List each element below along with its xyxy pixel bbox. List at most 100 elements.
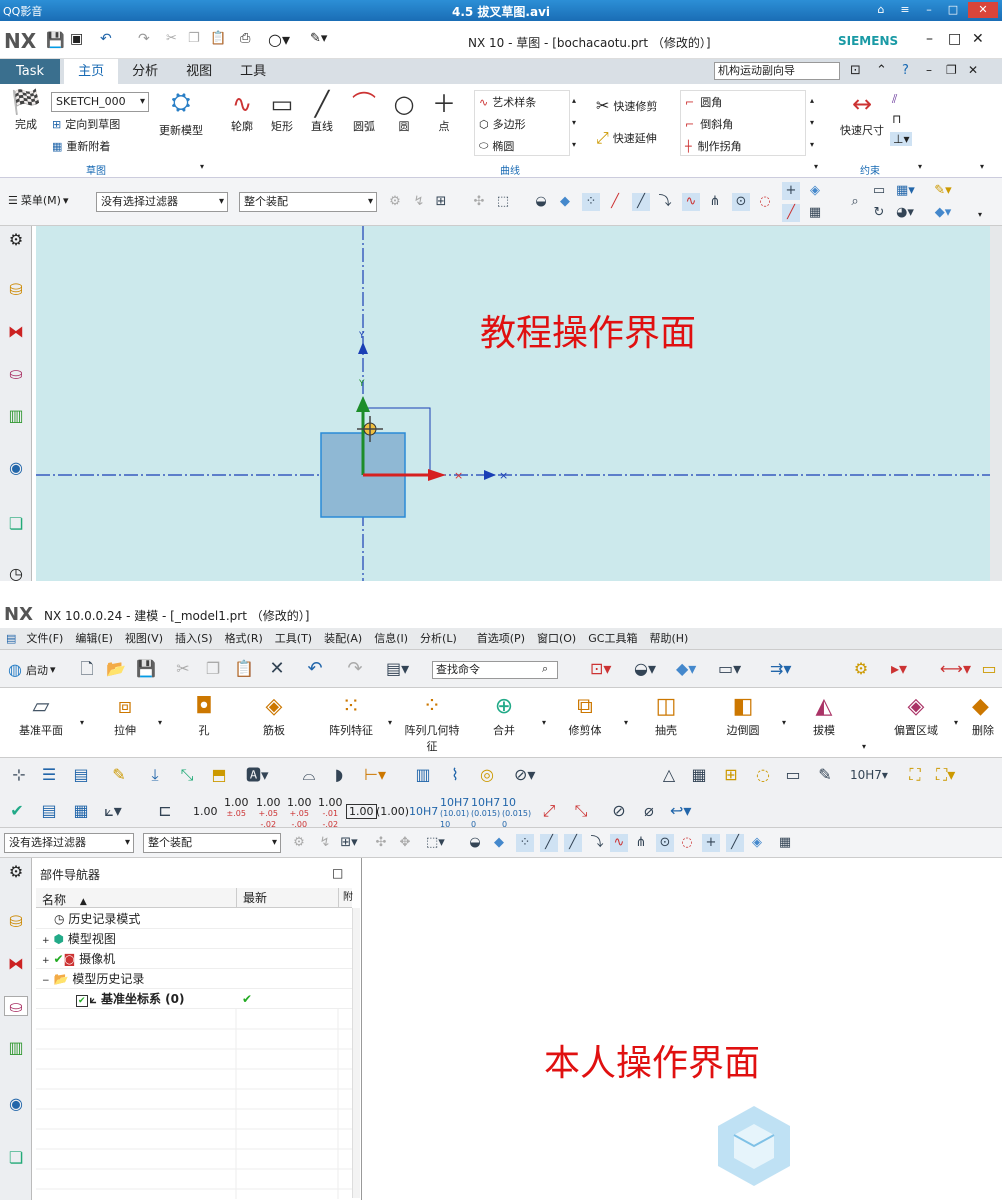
tab-view[interactable]: 视图: [172, 59, 226, 84]
tol-2[interactable]: 1.00 ±.05: [224, 797, 249, 819]
datum-dropdown-icon[interactable]: ▾: [80, 718, 84, 727]
fillet-button[interactable]: ⌐ 圆角: [681, 91, 805, 113]
selbar-overflow-icon[interactable]: ▾: [978, 210, 982, 219]
finish-button[interactable]: 🏁 完成: [8, 88, 44, 132]
draft-button[interactable]: ◭ 拔模: [802, 692, 846, 738]
make-corner-button[interactable]: ┼ 制作拐角: [681, 135, 805, 157]
hole-button[interactable]: ◘ 孔: [182, 692, 226, 738]
spline-button[interactable]: ∿ 艺术样条: [475, 91, 569, 113]
check-mark-icon[interactable]: ✔: [8, 802, 26, 820]
command-search-input[interactable]: 机构运动副向导: [714, 62, 840, 80]
end-point-icon[interactable]: ╱: [606, 193, 624, 211]
rapid-dimension-button[interactable]: ↔ 快速尺寸: [838, 90, 886, 138]
assembly-scope-select-2[interactable]: 整个装配: [143, 833, 281, 853]
redo-icon[interactable]: ↷: [138, 31, 150, 47]
player-minimize-icon[interactable]: –: [920, 2, 938, 18]
tol-4[interactable]: 1.00 +.05 -.00: [287, 797, 312, 830]
undo-icon[interactable]: ↶: [100, 31, 112, 47]
tab-tools[interactable]: 工具: [226, 59, 280, 84]
copy2-icon[interactable]: ❐: [204, 660, 222, 678]
extrude-button[interactable]: ⧈ 拉伸: [100, 692, 150, 738]
tol-1[interactable]: 1.00: [193, 805, 218, 818]
rib-button[interactable]: ◈ 筋板: [250, 692, 298, 738]
pattern-dropdown-icon[interactable]: ▾: [388, 718, 392, 727]
tol-5[interactable]: 1.00 -.01 -.02: [318, 797, 343, 830]
datum-plane-button[interactable]: ▱ 基准平面: [14, 692, 68, 738]
find-command-input[interactable]: 查找命令: [432, 661, 558, 679]
history-palette-icon-2[interactable]: ❏: [6, 1148, 26, 1168]
tab-analysis[interactable]: 分析: [118, 59, 172, 84]
text-annotation-icon[interactable]: 🅰▾: [246, 766, 269, 784]
pick-point-icon[interactable]: ✣: [470, 193, 488, 211]
assembly-icon[interactable]: ⛶: [906, 766, 924, 784]
control-icon-2[interactable]: ⤵: [588, 834, 606, 852]
tree-row-model-history[interactable]: − 📂 模型历史记录: [36, 969, 352, 989]
pattern-feature-button[interactable]: ⁙ 阵列特征: [324, 692, 378, 738]
quadrant-point-icon[interactable]: ⊙: [732, 193, 750, 211]
delete-icon[interactable]: ✕: [268, 660, 286, 678]
save-all-icon[interactable]: ▣: [70, 31, 83, 47]
layer-list-icon[interactable]: ▤: [72, 766, 90, 784]
find-command-search-icon[interactable]: ⌕: [542, 662, 548, 676]
move-face-icon[interactable]: ⤡: [178, 766, 196, 784]
show-hidden-icon[interactable]: ◒: [532, 193, 550, 211]
constraint-navigator-icon[interactable]: ⛀: [6, 364, 26, 384]
show-constraints-icon[interactable]: ⊓: [892, 112, 901, 126]
sketch-graphics-window[interactable]: × × Y Y 教程操作界面: [36, 226, 990, 581]
note-icon[interactable]: ▭: [784, 766, 802, 784]
tol-11[interactable]: 10 (0.015) 0: [502, 797, 531, 830]
update-model-button[interactable]: ⛭ 更新模型: [156, 88, 206, 138]
quadrant-icon-2[interactable]: ⊙: [656, 834, 674, 852]
profile-button[interactable]: ∿ 轮廓: [226, 90, 258, 134]
new-file-icon[interactable]: 🗋: [78, 660, 96, 678]
rect-select-icon-2[interactable]: ⬚▾: [426, 834, 445, 852]
snap-enable-icon[interactable]: ⁘: [582, 193, 600, 211]
polygon-button[interactable]: ⬡ 多边形: [475, 113, 569, 135]
collapse-ribbon-icon[interactable]: ⌃: [876, 63, 887, 78]
cylinder-icon[interactable]: ▥: [414, 766, 432, 784]
col-extra-header[interactable]: 附: [338, 888, 353, 908]
return-arrow-icon[interactable]: ↩▾: [670, 802, 691, 820]
navigator-scrollbar[interactable]: [352, 908, 360, 1198]
menu-analysis[interactable]: 分析(L): [414, 628, 463, 650]
quick-trim-button[interactable]: ✂ 快速修剪: [596, 96, 657, 115]
render-style-icon[interactable]: ◕▾: [896, 204, 914, 222]
parts-list-icon[interactable]: ⊞: [722, 766, 740, 784]
general-select-icon[interactable]: ↯: [410, 193, 428, 211]
col-latest-header[interactable]: 最新: [236, 888, 267, 908]
canvas1-scrollbar[interactable]: [990, 226, 1002, 581]
line-button[interactable]: ╱ 直线: [306, 90, 338, 134]
existing-point-icon-2[interactable]: +: [702, 834, 720, 852]
balloon-icon[interactable]: ◌: [754, 766, 772, 784]
csys-icon[interactable]: ⊹: [10, 766, 28, 784]
center-icon-2[interactable]: ⋔: [632, 834, 650, 852]
dimension-tool-icon[interactable]: ⟷▾: [940, 660, 971, 678]
through-curves-icon[interactable]: ⊢▾: [364, 766, 386, 784]
menu-preferences[interactable]: 首选项(P): [471, 628, 531, 650]
mid-point-icon[interactable]: ╱: [632, 193, 650, 211]
group-sketch-dropdown-icon[interactable]: ▾: [200, 162, 204, 171]
orient-to-sketch-button[interactable]: ⊞ 定向到草图: [52, 116, 120, 132]
brush-icon[interactable]: ✎: [816, 766, 834, 784]
layer-settings-icon[interactable]: ☰: [40, 766, 58, 784]
unite-dropdown-icon[interactable]: ▾: [542, 718, 546, 727]
selection-gear-icon[interactable]: ⚙: [852, 660, 870, 678]
sketch-name-select[interactable]: SKETCH_000: [51, 92, 149, 112]
menu-file[interactable]: 文件(F): [20, 628, 69, 650]
web-browser-icon[interactable]: ◉: [6, 458, 26, 478]
view-icon-2[interactable]: ◈: [748, 834, 766, 852]
cut2-icon[interactable]: ✂: [174, 660, 192, 678]
menu-button[interactable]: ☰ 菜单(M) ▾: [8, 192, 68, 208]
move-object-icon[interactable]: ⇉▾: [770, 660, 791, 678]
checkbox-icon[interactable]: ✔: [76, 995, 88, 1007]
table-edit-icon[interactable]: ▦: [72, 802, 90, 820]
pan-icon[interactable]: ▭: [870, 182, 888, 200]
redo2-icon[interactable]: ↷: [346, 660, 364, 678]
pattern-geometry-button[interactable]: ⁘ 阵列几何特征: [400, 692, 464, 754]
paste2-icon[interactable]: 📋: [234, 660, 254, 678]
menu-help[interactable]: 帮助(H): [643, 628, 694, 650]
fit-tolerance-icon[interactable]: 10H7▾: [850, 766, 888, 784]
tree-row-history-mode[interactable]: ◷ 历史记录模式: [36, 909, 352, 929]
open-folder-icon[interactable]: 📂: [106, 660, 126, 678]
cut-icon[interactable]: ✂: [166, 31, 177, 46]
